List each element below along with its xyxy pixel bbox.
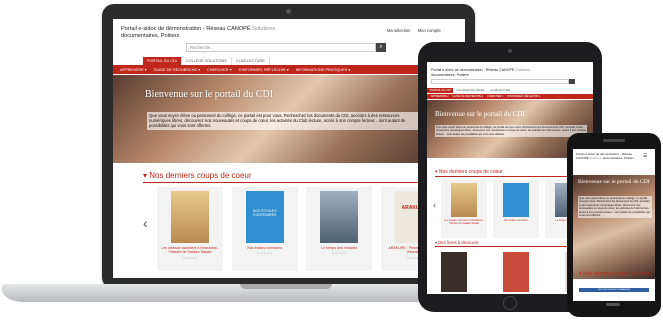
search-input[interactable] <box>431 79 569 84</box>
section-coups-label: Nos derniers coups de coeur <box>438 169 503 175</box>
tab-portail-cdi[interactable]: PORTAIL DU CDI <box>427 88 454 93</box>
site-title: Portail e-sidoc de démonstration - Résea… <box>576 152 636 161</box>
nav-informer[interactable]: S'INFORMER, RÉFLÉCHIR ▾ <box>507 95 540 98</box>
laptop-notch <box>240 284 332 289</box>
section-divider <box>435 246 585 247</box>
account-link[interactable]: Mon compte <box>418 28 441 33</box>
site-title: Portail e-sidoc de démonstration - Résea… <box>121 26 291 40</box>
nav-guide[interactable]: GUIDE DE RECHERCHE ▾ <box>453 95 484 98</box>
book-cover[interactable] <box>441 252 467 292</box>
book-carousel: Les oiseaux racontent à Hiroshima - l'hi… <box>157 187 447 271</box>
section-divider <box>435 176 585 177</box>
book-cover <box>171 191 209 243</box>
header-links: Ma sélection Mon compte <box>381 28 441 33</box>
search-button[interactable] <box>569 79 575 84</box>
section-coups-label: Nos derniers coups de coeur <box>583 271 650 277</box>
book-caption[interactable]: Nos étoiles contraires <box>235 246 295 250</box>
search-input[interactable]: Recherche... <box>186 43 376 52</box>
menu-icon[interactable]: ☰ <box>643 153 647 159</box>
book-caption[interactable]: Le temps des miracles <box>309 246 369 250</box>
site-subtitle: documentaires, Poitiers <box>121 33 180 39</box>
portal-tabs: PORTAIL DU CDI COLLÈGE SOLUTIONS CLUB LE… <box>143 57 270 65</box>
section-livres-label: Des livres à découvrir <box>438 240 479 245</box>
book-card[interactable]: Nos étoiles contraires <box>493 180 539 238</box>
book-cover: NOS ÉTOILES CONTRAIRES <box>245 191 284 243</box>
hero-text: Que vous soyez élève ou personnel du col… <box>147 112 421 130</box>
section-livres-a-decouvrir: ▾ Des livres à découvrir <box>435 240 479 245</box>
site-subtitle: documentaires, Poitiers <box>602 155 635 160</box>
book-card[interactable]: NOS ÉTOILES CONTRAIRES Nos étoiles contr… <box>231 187 298 271</box>
book-cover <box>503 183 529 217</box>
hero-text: Que vous soyez élève ou personnel du col… <box>578 196 652 219</box>
book-card[interactable]: Les oiseaux racontent à Hiroshima - l'hi… <box>441 180 487 238</box>
nav-apprendre[interactable]: APPRENDRE ▾ <box>120 67 147 72</box>
site-title-text: Portail e-sidoc de démonstration - Résea… <box>121 26 251 32</box>
nav-guide[interactable]: GUIDE DE RECHERCHE ▾ <box>154 67 200 72</box>
selection-link[interactable]: Ma sélection <box>387 28 411 33</box>
phone-home-indicator <box>606 303 620 306</box>
nav-apprendre[interactable]: APPRENDRE ▾ <box>431 95 449 98</box>
nav-chercher[interactable]: CHERCHER ▾ <box>487 95 503 98</box>
tab-college-solutions[interactable]: COLLÈGE SOLUTIONS <box>182 57 232 65</box>
book-card[interactable]: Les oiseaux racontent à Hiroshima - l'hi… <box>157 187 223 271</box>
section-coups-de-coeur: ▾ Nos derniers coups de coeur <box>435 169 503 175</box>
site-subtitle: documentaires, Poitiers <box>431 72 469 77</box>
tab-club-lecture[interactable]: CLUB LECTURE <box>232 57 270 65</box>
signup-bar[interactable]: INSCRIPTION RECOMMANDÉE <box>579 288 649 292</box>
portal-tabs: PORTAIL DU CDI COLLÈGE SOLUTIONS CLUB LE… <box>427 88 513 93</box>
carousel-prev-icon[interactable]: ‹ <box>143 215 148 231</box>
book-card[interactable]: Le temps des miracles ☆☆☆☆☆ <box>306 187 373 271</box>
hero-title: Bienvenue sur le portail du CDI <box>578 179 650 185</box>
tab-college-solutions[interactable]: COLLÈGE SOLUTIONS <box>453 88 487 93</box>
laptop-screen: Portail e-sidoc de démonstration - Résea… <box>113 19 465 278</box>
main-nav: APPRENDRE ▾ GUIDE DE RECHERCHE ▾ CHERCHE… <box>427 94 593 99</box>
rating-stars-icon: ☆☆☆☆☆ <box>182 255 198 260</box>
hero-title: Bienvenue sur le portail du CDI <box>145 89 274 100</box>
nav-informer[interactable]: S'INFORMER, RÉFLÉCHIR ▾ <box>239 67 289 72</box>
rating-stars-icon: ☆☆☆☆☆ <box>257 251 273 256</box>
phone-speaker <box>603 139 625 142</box>
site-title-muted: Solutions <box>515 68 531 72</box>
section-divider <box>143 182 433 183</box>
section-coups-de-coeur: ▾ Nos derniers coups de coeur <box>143 171 252 180</box>
laptop-camera-icon <box>286 9 291 14</box>
tablet-camera-icon <box>508 49 512 53</box>
main-nav: APPRENDRE ▾ GUIDE DE RECHERCHE ▾ CHERCHE… <box>113 65 465 74</box>
site-title-text: Portail e-sidoc de démonstration - Résea… <box>431 68 515 72</box>
site-title: Portail e-sidoc de démonstration - Résea… <box>431 68 551 77</box>
book-cover <box>320 191 359 243</box>
search-button[interactable]: ⌕ <box>376 43 386 52</box>
nav-chercher[interactable]: CHERCHER ▾ <box>207 67 231 72</box>
book-caption[interactable]: Les oiseaux racontent à Hiroshima - l'hi… <box>160 246 220 255</box>
tab-portail-cdi[interactable]: PORTAIL DU CDI <box>143 57 182 65</box>
hero-banner-image <box>573 175 655 279</box>
book-caption[interactable]: Les oiseaux racontent à Hiroshima - l'hi… <box>441 219 487 225</box>
phone-screen: Portail e-sidoc de démonstration - Résea… <box>573 149 655 301</box>
tab-club-lecture[interactable]: CLUB LECTURE <box>487 88 513 93</box>
carousel-prev-icon[interactable]: ‹ <box>433 200 436 210</box>
section-coups-de-coeur: ▾ Nos derniers coups de coeur <box>579 271 650 277</box>
book-cover <box>451 183 477 217</box>
rating-stars-icon: ☆☆☆☆☆ <box>331 251 347 256</box>
site-title-muted: Solutions <box>252 26 276 32</box>
nav-infos-pratiques[interactable]: INFORMATIONS PRATIQUES ▾ <box>296 67 351 72</box>
hero-text: Que vous soyez élève ou personnel du col… <box>435 125 587 138</box>
site-title-muted: Solutions <box>589 155 602 160</box>
search-icon: ⌕ <box>379 44 383 50</box>
book-caption[interactable]: Nos étoiles contraires <box>504 219 528 222</box>
hero-title: Bienvenue sur le portail du CDI <box>435 110 525 118</box>
book-cover[interactable] <box>503 252 529 292</box>
section-coups-label: Nos derniers coups de coeur <box>149 171 252 180</box>
tablet-home-button <box>503 296 517 310</box>
